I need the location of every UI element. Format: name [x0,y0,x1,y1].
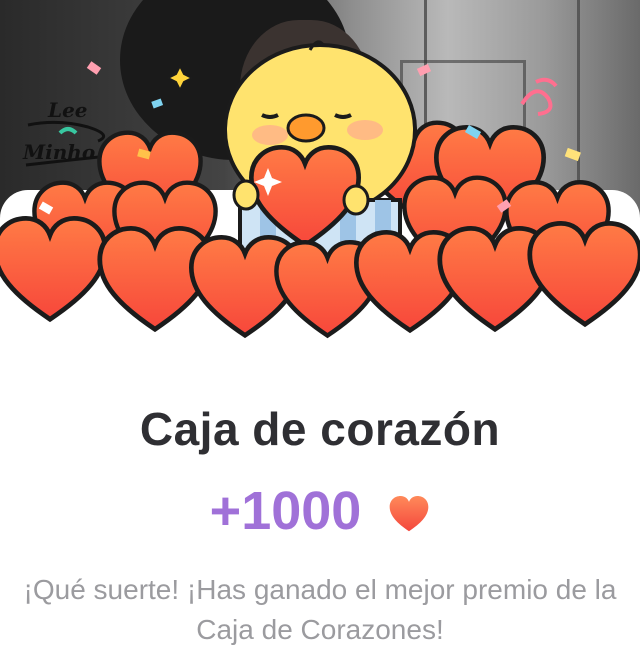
heart-icon [530,223,640,324]
reward-amount-row: +1000 [0,480,640,546]
prize-title: Caja de corazón [139,403,501,455]
prize-message: ¡Qué suerte! ¡Has ganado el mejor premio… [23,574,617,645]
heart-icon [0,218,105,319]
heart-box-illustration [0,40,640,340]
sparkle-icon [165,63,195,93]
reward-amount: +1000 [209,481,362,541]
heart-icon [388,484,430,546]
